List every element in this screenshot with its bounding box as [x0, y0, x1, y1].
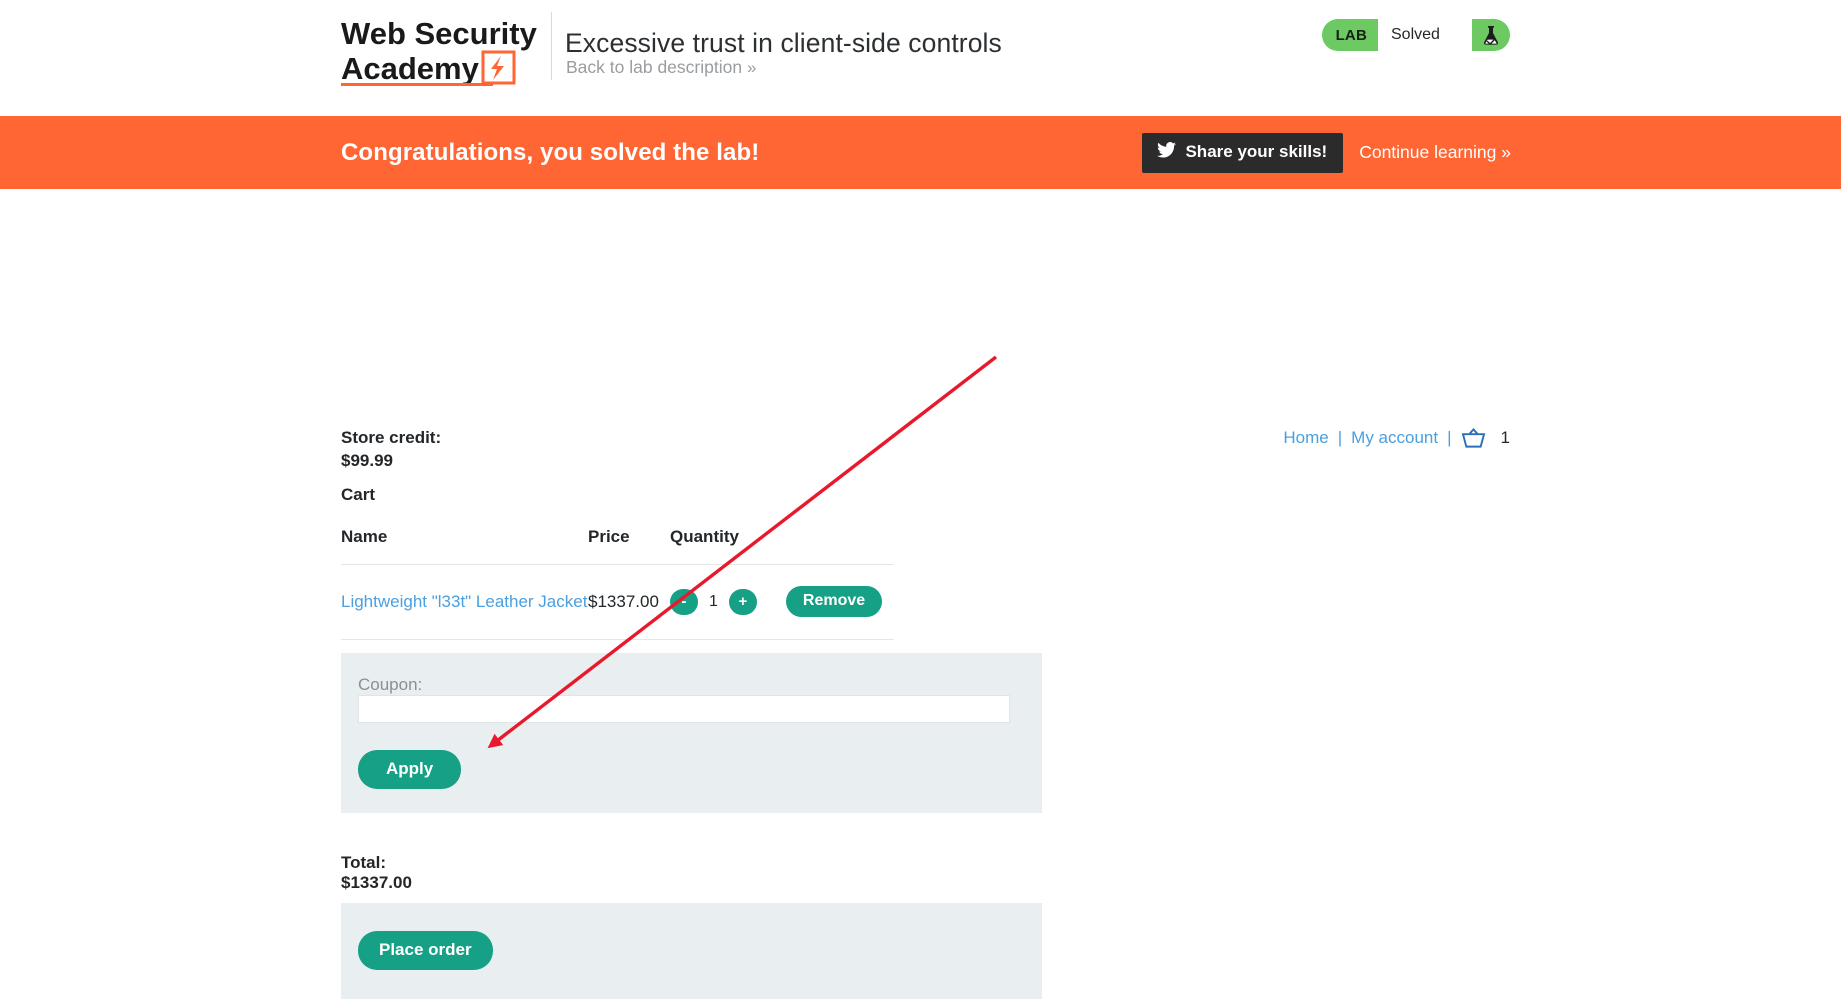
store-credit-label: Store credit:	[341, 428, 442, 447]
lab-status-tag: LAB	[1335, 26, 1367, 44]
back-to-lab-description-link[interactable]: Back to lab description »	[566, 57, 757, 78]
nav-separator-2: |	[1447, 428, 1452, 447]
cart-table-body: Lightweight "l33t" Leather Jacket $1337.…	[341, 564, 894, 640]
home-link[interactable]: Home	[1283, 428, 1328, 448]
coupon-label: Coupon:	[358, 675, 423, 694]
basket-icon-svg	[1461, 427, 1485, 448]
column-header-quantity: Quantity	[670, 527, 894, 565]
share-button-label: Share your skills!	[1185, 142, 1328, 161]
cart-item-quantity-cell: - 1 + Remove	[670, 564, 894, 640]
web-security-academy-logo[interactable]: Web Security Academy	[341, 11, 547, 87]
basket-icon[interactable]	[1461, 427, 1486, 449]
place-order-panel: Place order	[341, 903, 1042, 999]
flask-icon-svg	[1483, 26, 1499, 45]
cart-heading: Cart	[341, 485, 376, 504]
store-credit-amount: $99.99	[341, 450, 393, 470]
twitter-bird-icon-svg	[1157, 141, 1177, 158]
account-nav: Home | My account | 1	[1283, 427, 1510, 449]
continue-learning-label: Continue learning	[1359, 142, 1497, 162]
logo-svg: Web Security Academy	[341, 16, 538, 86]
cart-table: Name Price Quantity Lightweight "l33t" L…	[341, 527, 894, 640]
cart-header-row: Name Price Quantity	[341, 527, 894, 565]
quantity-stepper: - 1 + Remove	[670, 586, 894, 617]
twitter-bird-icon	[1157, 141, 1177, 163]
total-amount: $1337.00	[341, 873, 412, 892]
cart-item-name-cell: Lightweight "l33t" Leather Jacket	[341, 564, 588, 640]
continue-learning-link[interactable]: Continue learning »	[1359, 142, 1511, 163]
my-account-link[interactable]: My account	[1351, 428, 1438, 448]
svg-text:Academy: Academy	[341, 51, 480, 86]
svg-text:Web Security: Web Security	[341, 16, 538, 51]
lightning-bolt-icon	[481, 50, 516, 85]
total-label: Total:	[341, 853, 387, 872]
decrement-quantity-button[interactable]: -	[670, 588, 698, 615]
coupon-panel: Coupon: Apply	[341, 653, 1042, 813]
apply-coupon-button[interactable]: Apply	[358, 750, 462, 789]
quantity-value: 1	[709, 592, 718, 610]
cart-table-head: Name Price Quantity	[341, 527, 894, 565]
order-total: Total: $1337.00	[341, 853, 466, 905]
cart-item-price: $1337.00	[588, 564, 670, 640]
share-your-skills-button[interactable]: Share your skills!	[1142, 132, 1344, 173]
place-order-button[interactable]: Place order	[358, 931, 493, 970]
flask-icon	[1472, 19, 1510, 51]
cart-item-link[interactable]: Lightweight "l33t" Leather Jacket	[341, 592, 587, 611]
store-credit: Store credit: $99.99	[341, 427, 441, 472]
chevron-right-icon: »	[746, 58, 757, 77]
page-title: Excessive trust in client-side controls	[565, 27, 1002, 58]
coupon-input[interactable]	[358, 695, 1010, 723]
site-header: Web Security Academy Excessive trust in …	[0, 0, 1841, 116]
column-header-price: Price	[588, 527, 670, 565]
banner-actions: Share your skills! Continue learning »	[1142, 132, 1511, 173]
lab-solved-banner: Congratulations, you solved the lab! Sha…	[0, 116, 1841, 189]
lab-status-widget[interactable]: LAB Solved	[1321, 19, 1510, 51]
nav-separator-1: |	[1337, 428, 1343, 447]
table-row: Lightweight "l33t" Leather Jacket $1337.…	[341, 564, 894, 640]
remove-item-button[interactable]: Remove	[785, 586, 883, 617]
header-divider	[551, 12, 552, 80]
increment-quantity-button[interactable]: +	[728, 588, 757, 615]
banner-message: Congratulations, you solved the lab!	[341, 138, 760, 166]
column-header-name: Name	[341, 527, 588, 565]
basket-item-count: 1	[1500, 428, 1510, 447]
lab-status-state: Solved	[1378, 19, 1472, 51]
chevron-right-icon: »	[1501, 142, 1511, 162]
back-link-label: Back to lab description	[566, 57, 743, 77]
